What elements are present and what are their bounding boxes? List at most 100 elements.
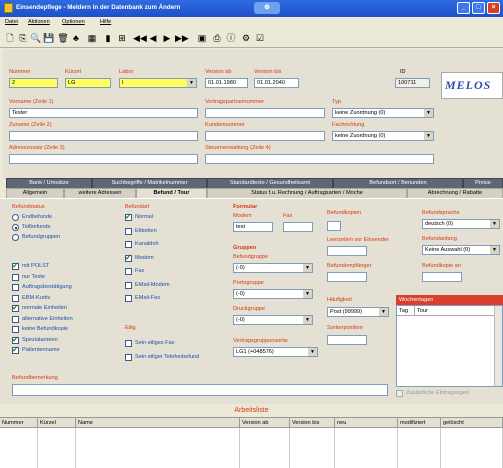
grid-col-4[interactable]: Version bis xyxy=(290,418,335,428)
art-checkbox-0[interactable] xyxy=(125,212,132,221)
minimize-button[interactable]: _ xyxy=(457,2,470,14)
nav-first-icon[interactable]: ◀◀ xyxy=(133,32,147,44)
maximize-button[interactable]: □ xyxy=(472,2,485,14)
modem-field[interactable]: test xyxy=(233,222,273,232)
kunden-field[interactable] xyxy=(205,131,325,141)
befundgruppe-select[interactable]: (-0) xyxy=(233,263,313,273)
grid-col-3[interactable]: Version ab xyxy=(240,418,290,428)
menu-datei[interactable]: Datei xyxy=(5,19,18,25)
anfang-select[interactable]: Keine Auswahl (0) xyxy=(422,245,500,255)
menu-optionen[interactable]: Optionen xyxy=(62,19,85,25)
nav-next-icon[interactable]: ▶ xyxy=(161,32,173,44)
status-opt-checkbox-1[interactable] xyxy=(12,273,19,281)
art-checkbox-5[interactable] xyxy=(125,281,132,289)
fax-field[interactable] xyxy=(283,222,313,232)
art-checkbox-6[interactable] xyxy=(125,295,132,302)
tab-befund-tour[interactable]: Befund / Tour xyxy=(136,188,207,198)
version-ab-field[interactable]: 01.01.1980 xyxy=(205,78,248,88)
status-opt-checkbox-7[interactable] xyxy=(12,335,19,344)
status-radio-1[interactable] xyxy=(12,224,19,231)
empfaenger-field[interactable] xyxy=(327,272,367,282)
col-tag[interactable]: Tag xyxy=(397,306,415,316)
grid-col-7[interactable]: gelöscht xyxy=(441,418,503,428)
nummer-field[interactable]: 2 xyxy=(9,78,58,88)
status-radio-0[interactable] xyxy=(12,214,19,221)
vorname-field[interactable]: Tester xyxy=(9,108,198,118)
art-checkbox-4[interactable] xyxy=(125,268,132,275)
eilig-label-0: Sein eiliges Fax xyxy=(135,340,175,346)
vertrag-field[interactable] xyxy=(205,108,325,118)
copy-icon[interactable]: ⎘ xyxy=(17,32,29,44)
typ-select[interactable]: keine Zuordnung (0) xyxy=(332,108,434,118)
col-tour[interactable]: Tour xyxy=(415,306,495,316)
save-icon[interactable]: 💾 xyxy=(43,32,55,44)
labor-select[interactable]: I xyxy=(119,78,197,88)
steuer-field[interactable] xyxy=(205,154,434,164)
kuerzel-field[interactable]: LG xyxy=(65,78,111,88)
grid-col-6[interactable]: modifiziert xyxy=(398,418,441,428)
filter-icon[interactable]: ♣ xyxy=(70,32,82,44)
status-opt-checkbox-8[interactable] xyxy=(12,345,19,354)
tab-standardtexte[interactable]: Standardtexte / Gesundheitsamt xyxy=(207,178,333,188)
sortier-field[interactable] xyxy=(327,335,367,345)
info-icon[interactable]: ⓘ xyxy=(225,32,237,44)
kopien-field[interactable] xyxy=(327,221,341,231)
check-icon[interactable]: ☑ xyxy=(254,32,266,44)
grid-icon[interactable]: ⊞ xyxy=(116,32,128,44)
eilig-checkbox-0[interactable] xyxy=(125,340,132,347)
version-bis-field[interactable]: 01.01.2040 xyxy=(254,78,299,88)
chart-icon[interactable]: ▮ xyxy=(102,32,114,44)
zusatz-checkbox[interactable] xyxy=(396,390,403,397)
tools-icon[interactable]: ⚙ xyxy=(240,32,252,44)
menu-aktionen[interactable]: Aktionen xyxy=(28,19,50,25)
tour-scrollbar[interactable] xyxy=(494,306,502,386)
portogruppe-select[interactable]: (-0) xyxy=(233,289,313,299)
grid-col-2[interactable]: Name xyxy=(76,418,240,428)
search-icon[interactable]: 🔍 xyxy=(30,32,42,44)
leerzeilen-field[interactable] xyxy=(327,246,367,256)
tab-preise[interactable]: Preise xyxy=(463,178,503,188)
fachrichtung-select[interactable]: keine Zuordnung (0) xyxy=(332,131,434,141)
tab-befundsort[interactable]: Befundsort / Benunden xyxy=(333,178,463,188)
kopie-field[interactable] xyxy=(422,272,462,282)
status-opt-checkbox-6[interactable] xyxy=(12,326,19,333)
eilig-checkbox-1[interactable] xyxy=(125,354,132,361)
tour-list[interactable]: Tag Tour xyxy=(396,305,503,387)
tab-allgemein[interactable]: Allgemein xyxy=(6,188,64,198)
zuname-field[interactable] xyxy=(9,131,198,141)
grid-col-0[interactable]: Nummer xyxy=(0,418,38,428)
new-doc-icon[interactable]: 🗋 xyxy=(4,32,16,44)
grid-col-5[interactable]: neu xyxy=(335,418,398,428)
tab-abrechnung[interactable]: Abrechnung / Rabatte xyxy=(407,188,503,198)
globe-icon[interactable]: ⊕ xyxy=(254,2,280,14)
tab-weitere-adressen[interactable]: weitere Adressen xyxy=(64,188,136,198)
tab-bank[interactable]: Bank / Umsätze xyxy=(6,178,92,188)
menu-hilfe[interactable]: Hilfe xyxy=(100,19,111,25)
sprache-select[interactable]: deutsch (0) xyxy=(422,219,500,229)
delete-icon[interactable]: 🗑 xyxy=(57,32,69,44)
tab-status[interactable]: Status f.u. Rechnung / Auftragsarten / M… xyxy=(207,188,407,198)
nav-last-icon[interactable]: ▶▶ xyxy=(175,32,189,44)
druckgruppe-select[interactable]: (-0) xyxy=(233,315,313,325)
status-opt-checkbox-2[interactable] xyxy=(12,284,19,291)
status-opt-checkbox-3[interactable] xyxy=(12,294,19,302)
print-icon[interactable]: ▦ xyxy=(86,32,98,44)
grid-body[interactable] xyxy=(0,428,503,468)
art-checkbox-1[interactable] xyxy=(125,227,132,235)
status-opt-checkbox-5[interactable] xyxy=(12,315,19,323)
pdf-icon[interactable]: ▣ xyxy=(196,32,208,44)
haeufigkeit-select[interactable]: Post (99999) xyxy=(327,307,389,317)
close-button[interactable]: × xyxy=(487,2,500,14)
grid-col-1[interactable]: Kürzel xyxy=(38,418,76,428)
status-radio-2[interactable] xyxy=(12,234,19,241)
status-opt-checkbox-4[interactable] xyxy=(12,303,19,312)
art-checkbox-2[interactable] xyxy=(125,241,132,248)
tab-suchbegriffe[interactable]: Suchbegriffe / Matrikelnummer xyxy=(92,178,207,188)
status-opt-checkbox-0[interactable] xyxy=(12,261,19,270)
nav-prev-icon[interactable]: ◀ xyxy=(147,32,159,44)
adress-field[interactable] xyxy=(9,154,198,164)
art-checkbox-3[interactable] xyxy=(125,253,132,262)
print2-icon[interactable]: ⎙ xyxy=(211,32,223,44)
vertragsgruppe-select[interactable]: LG1 (+048576) xyxy=(233,347,318,357)
bemerkung-field[interactable] xyxy=(12,384,388,396)
